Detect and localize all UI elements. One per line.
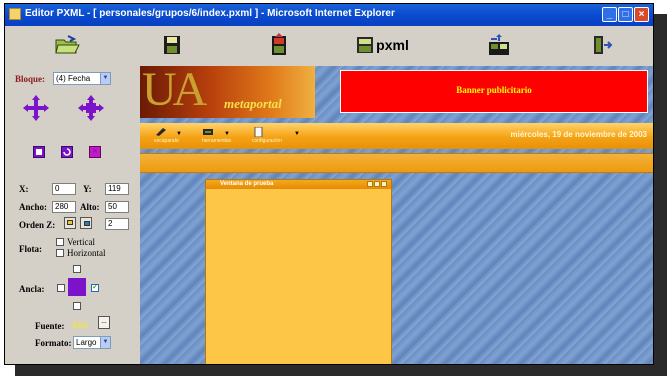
alto-label: Alto:	[80, 202, 100, 212]
test-window-titlebar[interactable]: Ventana de prueba	[206, 180, 391, 189]
maximize-button[interactable]: □	[618, 7, 633, 22]
menu-label: configuración	[252, 138, 282, 144]
ancla-left-checkbox[interactable]	[57, 284, 65, 292]
flota-horizontal-checkbox[interactable]	[56, 249, 64, 257]
bloque-label: Bloque:	[15, 74, 46, 84]
logo-subtext: metaportal	[224, 96, 282, 111]
fuente-label: Fuente:	[35, 321, 65, 331]
layer-down-icon	[84, 221, 90, 226]
flota-vertical-checkbox[interactable]	[56, 238, 64, 246]
pxml-label: pxml	[376, 37, 409, 53]
floppy-icon	[36, 149, 42, 155]
app-icon	[9, 8, 21, 20]
open-folder-icon	[55, 35, 80, 54]
chevron-down-icon: ▼	[100, 73, 110, 84]
test-window-minimize-button[interactable]	[367, 181, 373, 187]
title-bar: Editor PXML - [ personales/grupos/6/inde…	[5, 4, 653, 26]
test-window-maximize-button[interactable]	[374, 181, 380, 187]
pxml-button[interactable]: pxml	[355, 30, 409, 60]
alto-input[interactable]: 50	[105, 201, 129, 213]
menu-label: herramientas	[202, 138, 232, 144]
flota-horizontal-label: Horizontal	[67, 248, 106, 258]
chevron-down-icon: ▼	[100, 337, 110, 348]
close-button[interactable]: ×	[634, 7, 649, 22]
toolbar: pxml	[5, 26, 653, 66]
delete-block-button[interactable]: ×	[89, 146, 101, 158]
menu-label: escaparate	[154, 138, 179, 144]
test-window-close-button[interactable]	[381, 181, 387, 187]
undo-block-button[interactable]	[61, 146, 73, 158]
page-editor-button[interactable]	[262, 30, 296, 60]
ordenz-label: Orden Z:	[19, 220, 56, 230]
test-window[interactable]: Ventana de prueba	[205, 179, 392, 364]
move-arrows-icon[interactable]	[22, 94, 50, 122]
formato-select[interactable]: Largo ▼	[73, 336, 111, 349]
undo-icon	[63, 148, 71, 156]
open-folder-button[interactable]	[50, 30, 84, 60]
caret-down-icon: ▼	[176, 131, 182, 137]
bloque-select[interactable]: (4) Fecha ▼	[53, 72, 111, 85]
save-disk-icon	[164, 36, 180, 54]
check-icon: ✓	[92, 282, 99, 291]
caret-down-icon: ▼	[224, 131, 230, 137]
save-button[interactable]	[155, 30, 189, 60]
formato-select-value: Largo	[76, 338, 97, 347]
page-editor-icon	[272, 33, 286, 55]
ad-banner[interactable]: Banner publicitario	[340, 70, 648, 113]
bring-forward-button[interactable]	[64, 217, 76, 229]
page-config-icon	[254, 127, 263, 137]
layer-up-icon	[67, 220, 73, 225]
window-title: Editor PXML - [ personales/grupos/6/inde…	[25, 8, 395, 19]
anchor-block-icon	[68, 278, 86, 296]
exit-button[interactable]	[585, 30, 619, 60]
flota-vertical-label: Vertical	[67, 237, 95, 247]
ancho-input[interactable]: 280	[52, 201, 76, 213]
resize-arrows-icon[interactable]	[77, 94, 105, 122]
ad-banner-text: Banner publicitario	[456, 85, 532, 95]
fuente-button[interactable]: ...	[98, 316, 110, 329]
date-display: miércoles, 19 de noviembre de 2003	[510, 130, 647, 139]
ua-logo: UA metaportal	[140, 66, 315, 118]
exit-door-icon	[594, 36, 613, 54]
blocks-icon	[489, 34, 509, 55]
portal-subbar	[140, 153, 653, 173]
ancho-label: Ancho:	[19, 202, 48, 212]
minimize-button[interactable]: _	[602, 7, 617, 22]
ancla-label: Ancla:	[19, 284, 45, 294]
fuente-sample: Abc	[72, 320, 90, 330]
test-window-title: Ventana de prueba	[220, 181, 274, 187]
y-input[interactable]: 119	[105, 183, 129, 195]
page-canvas: UA metaportal Banner publicitario ▼ esca…	[140, 66, 653, 364]
x-label: X:	[19, 184, 29, 194]
logo-text: UA	[142, 66, 207, 116]
ancla-bottom-checkbox[interactable]	[73, 302, 81, 310]
x-input[interactable]: 0	[52, 183, 76, 195]
formato-label: Formato:	[35, 338, 72, 348]
close-icon: ×	[92, 146, 98, 157]
ordenz-input[interactable]: 2	[105, 218, 129, 230]
caret-down-icon: ▼	[294, 131, 300, 137]
browser-window: Editor PXML - [ personales/grupos/6/inde…	[4, 3, 654, 365]
properties-sidebar: Bloque: (4) Fecha ▼ × X: 0 Y: 119 Ancho:…	[5, 66, 140, 364]
send-backward-button[interactable]	[80, 217, 92, 229]
y-label: Y:	[83, 184, 92, 194]
bloque-select-value: (4) Fecha	[56, 74, 91, 83]
brush-icon	[156, 128, 166, 136]
flota-label: Flota:	[19, 244, 42, 254]
ancla-top-checkbox[interactable]	[73, 265, 81, 273]
save-block-button[interactable]	[33, 146, 45, 158]
pxml-icon	[357, 37, 374, 53]
portal-menubar: ▼ escaparate ▼ herramientas ▼ configurac…	[140, 123, 653, 149]
ancla-right-checkbox[interactable]: ✓	[91, 282, 99, 292]
blocks-button[interactable]	[482, 30, 516, 60]
tools-icon	[203, 129, 213, 135]
